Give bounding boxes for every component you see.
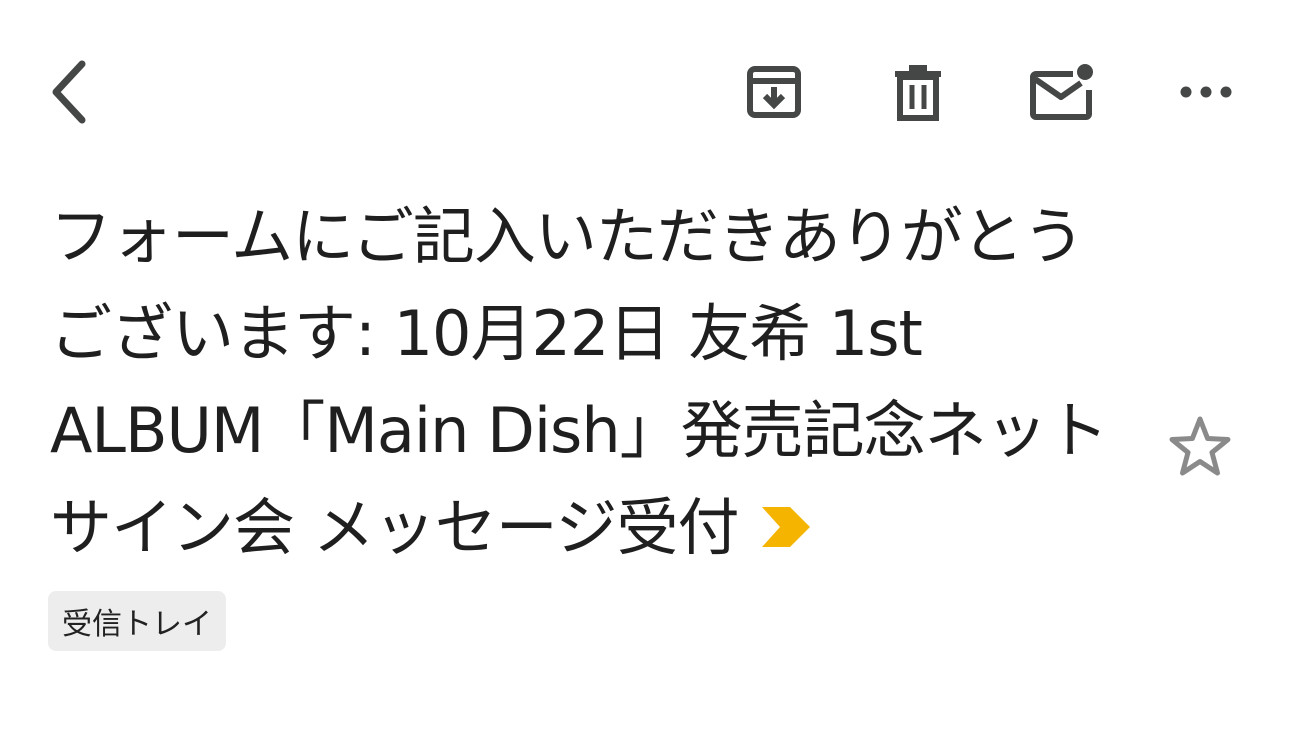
- message-subject: フォームにご記入いただきありがとうございます: 10月22日 友希 1st AL…: [50, 188, 1120, 580]
- more-horizontal-icon: [1180, 85, 1232, 99]
- archive-icon: [746, 64, 802, 120]
- star-button[interactable]: [1164, 412, 1236, 484]
- mark-unread-icon: [1029, 62, 1095, 122]
- subject-text: フォームにご記入いただきありがとうございます: 10月22日 友希 1st AL…: [50, 200, 1109, 564]
- delete-button[interactable]: [882, 56, 954, 128]
- mark-unread-button[interactable]: [1024, 56, 1100, 128]
- archive-button[interactable]: [738, 56, 810, 128]
- back-arrow-icon: [48, 60, 88, 124]
- label-chip-inbox[interactable]: 受信トレイ: [48, 591, 226, 651]
- star-outline-icon: [1168, 415, 1232, 481]
- trash-icon: [893, 63, 943, 121]
- message-header: フォームにご記入いただきありがとうございます: 10月22日 友希 1st AL…: [50, 188, 1120, 580]
- top-toolbar: [0, 0, 1289, 180]
- label-chip-text: 受信トレイ: [62, 607, 212, 642]
- important-marker-icon[interactable]: [760, 479, 812, 576]
- back-button[interactable]: [36, 54, 100, 130]
- more-options-button[interactable]: [1170, 60, 1242, 124]
